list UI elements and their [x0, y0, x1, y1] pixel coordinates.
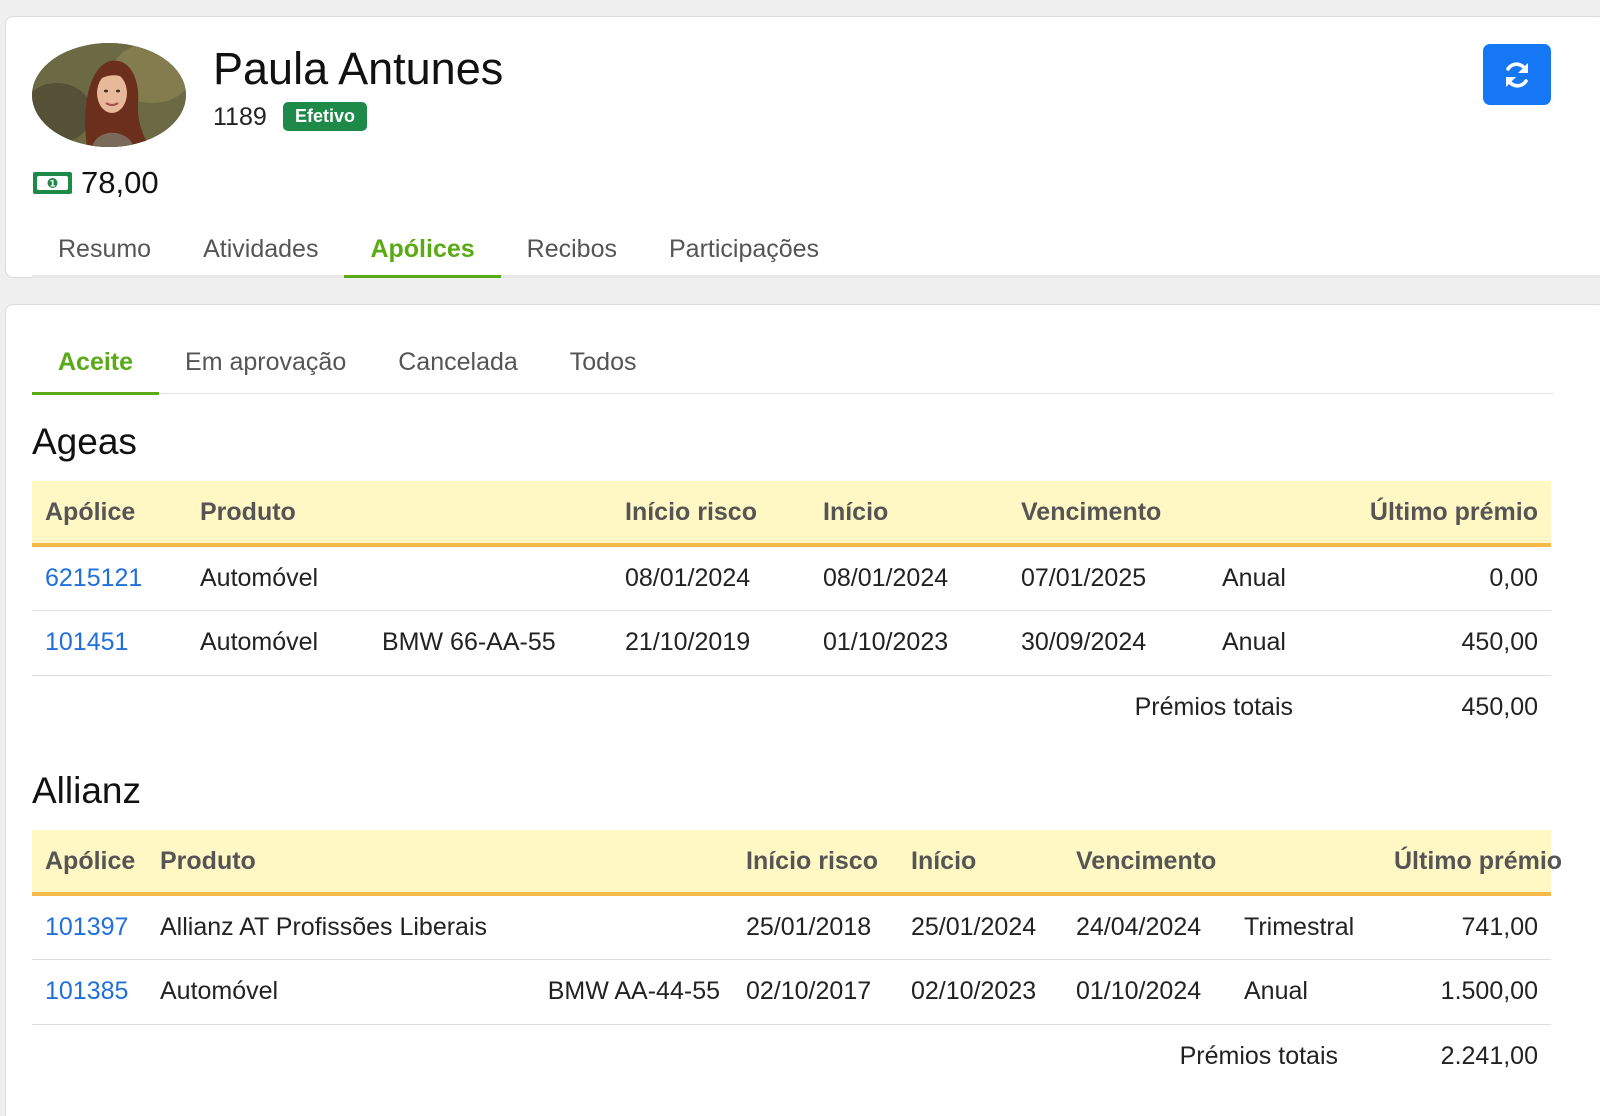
- due-cell: 30/09/2024: [1008, 610, 1209, 676]
- start-cell: 01/10/2023: [810, 610, 1008, 676]
- col-risk-start[interactable]: Início risco: [612, 481, 810, 547]
- frequency-cell: Anual: [1231, 959, 1381, 1025]
- total-label: Prémios totais: [1134, 693, 1293, 722]
- policy-link[interactable]: 101451: [45, 628, 128, 656]
- table-row[interactable]: 101385 Automóvel BMW AA-44-55 02/10/2017…: [32, 959, 1551, 1025]
- premium-cell: 0,00: [1351, 545, 1551, 611]
- object-cell: [369, 545, 612, 611]
- total-value: 2.241,00: [1440, 1042, 1538, 1071]
- col-last-premium[interactable]: Último prémio: [1381, 830, 1562, 896]
- tab-todos[interactable]: Todos: [544, 333, 663, 395]
- col-due[interactable]: Vencimento: [1063, 830, 1231, 896]
- policy-link[interactable]: 101397: [45, 913, 128, 941]
- status-badge: Efetivo: [283, 102, 368, 131]
- col-policy[interactable]: Apólice: [32, 830, 147, 896]
- tab-resumo[interactable]: Resumo: [32, 224, 177, 278]
- client-balance: 1 78,00: [32, 165, 159, 201]
- frequency-cell: Trimestral: [1231, 894, 1381, 960]
- client-header-card: Paula Antunes 1189 Efetivo 1 78,00 Resum…: [5, 16, 1600, 278]
- start-cell: 02/10/2023: [898, 959, 1063, 1025]
- svg-text:1: 1: [49, 180, 55, 190]
- product-cell: Automóvel: [187, 610, 369, 676]
- status-tabs: Aceite Em aprovação Cancelada Todos: [32, 333, 663, 395]
- object-cell: [515, 894, 733, 960]
- refresh-button[interactable]: [1483, 44, 1551, 105]
- insurer-title: Allianz: [32, 770, 141, 811]
- product-cell: Automóvel: [147, 959, 515, 1025]
- due-cell: 01/10/2024: [1063, 959, 1231, 1025]
- col-risk-start[interactable]: Início risco: [733, 830, 898, 896]
- table-row[interactable]: 6215121 Automóvel 08/01/2024 08/01/2024 …: [32, 545, 1551, 611]
- premium-cell: 450,00: [1351, 610, 1551, 676]
- col-product[interactable]: Produto: [147, 830, 515, 896]
- object-cell: BMW 66-AA-55: [369, 610, 612, 676]
- frequency-cell: Anual: [1209, 545, 1351, 611]
- due-cell: 07/01/2025: [1008, 545, 1209, 611]
- main-tabs: Resumo Atividades Apólices Recibos Parti…: [32, 224, 845, 278]
- policies-table-ageas: Apólice Produto Início risco Início Venc…: [32, 481, 1551, 740]
- premium-cell: 1.500,00: [1381, 959, 1551, 1025]
- col-frequency: [1231, 830, 1381, 896]
- risk-start-cell: 08/01/2024: [612, 545, 810, 611]
- start-cell: 08/01/2024: [810, 545, 1008, 611]
- tab-recibos[interactable]: Recibos: [501, 224, 643, 278]
- avatar-photo: [32, 43, 186, 147]
- policies-card: Aceite Em aprovação Cancelada Todos Agea…: [5, 304, 1600, 1116]
- risk-start-cell: 21/10/2019: [612, 610, 810, 676]
- total-row: Prémios totais 2.241,00: [32, 1024, 1551, 1089]
- table-row[interactable]: 101451 Automóvel BMW 66-AA-55 21/10/2019…: [32, 610, 1551, 676]
- tab-apolices[interactable]: Apólices: [344, 224, 501, 278]
- client-name: Paula Antunes: [213, 43, 504, 94]
- policies-table-allianz: Apólice Produto Início risco Início Venc…: [32, 830, 1562, 1089]
- tab-aceite[interactable]: Aceite: [32, 333, 160, 395]
- table-header-row: Apólice Produto Início risco Início Venc…: [32, 481, 1551, 547]
- frequency-cell: Anual: [1209, 610, 1351, 676]
- table-row[interactable]: 101397 Allianz AT Profissões Liberais 25…: [32, 894, 1551, 960]
- policy-link[interactable]: 6215121: [45, 564, 142, 592]
- total-label: Prémios totais: [1179, 1042, 1338, 1071]
- insurer-title: Ageas: [32, 421, 137, 462]
- risk-start-cell: 02/10/2017: [733, 959, 898, 1025]
- money-icon: 1: [33, 172, 72, 194]
- premium-cell: 741,00: [1381, 894, 1551, 960]
- start-cell: 25/01/2024: [898, 894, 1063, 960]
- total-value: 450,00: [1461, 693, 1538, 722]
- balance-value: 78,00: [81, 165, 159, 200]
- policy-link[interactable]: 101385: [45, 977, 128, 1005]
- tab-atividades[interactable]: Atividades: [177, 224, 344, 278]
- col-last-premium[interactable]: Último prémio: [1351, 481, 1551, 547]
- avatar: [32, 43, 186, 147]
- object-cell: BMW AA-44-55: [515, 959, 733, 1025]
- risk-start-cell: 25/01/2018: [733, 894, 898, 960]
- refresh-icon: [1506, 61, 1528, 88]
- total-row: Prémios totais 450,00: [32, 675, 1551, 740]
- table-header-row: Apólice Produto Início risco Início Venc…: [32, 830, 1562, 896]
- col-due[interactable]: Vencimento: [1008, 481, 1209, 547]
- tab-cancelada[interactable]: Cancelada: [372, 333, 544, 395]
- tab-participacoes[interactable]: Participações: [643, 224, 845, 278]
- col-start[interactable]: Início: [898, 830, 1063, 896]
- col-start[interactable]: Início: [810, 481, 1008, 547]
- col-policy[interactable]: Apólice: [32, 481, 187, 547]
- col-frequency: [1209, 481, 1351, 547]
- due-cell: 24/04/2024: [1063, 894, 1231, 960]
- col-object: [369, 481, 612, 547]
- col-object: [515, 830, 733, 896]
- product-cell: Automóvel: [187, 545, 369, 611]
- col-product[interactable]: Produto: [187, 481, 369, 547]
- tab-em-aprovacao[interactable]: Em aprovação: [159, 333, 372, 395]
- product-cell: Allianz AT Profissões Liberais: [147, 894, 515, 960]
- client-id: 1189: [213, 103, 267, 131]
